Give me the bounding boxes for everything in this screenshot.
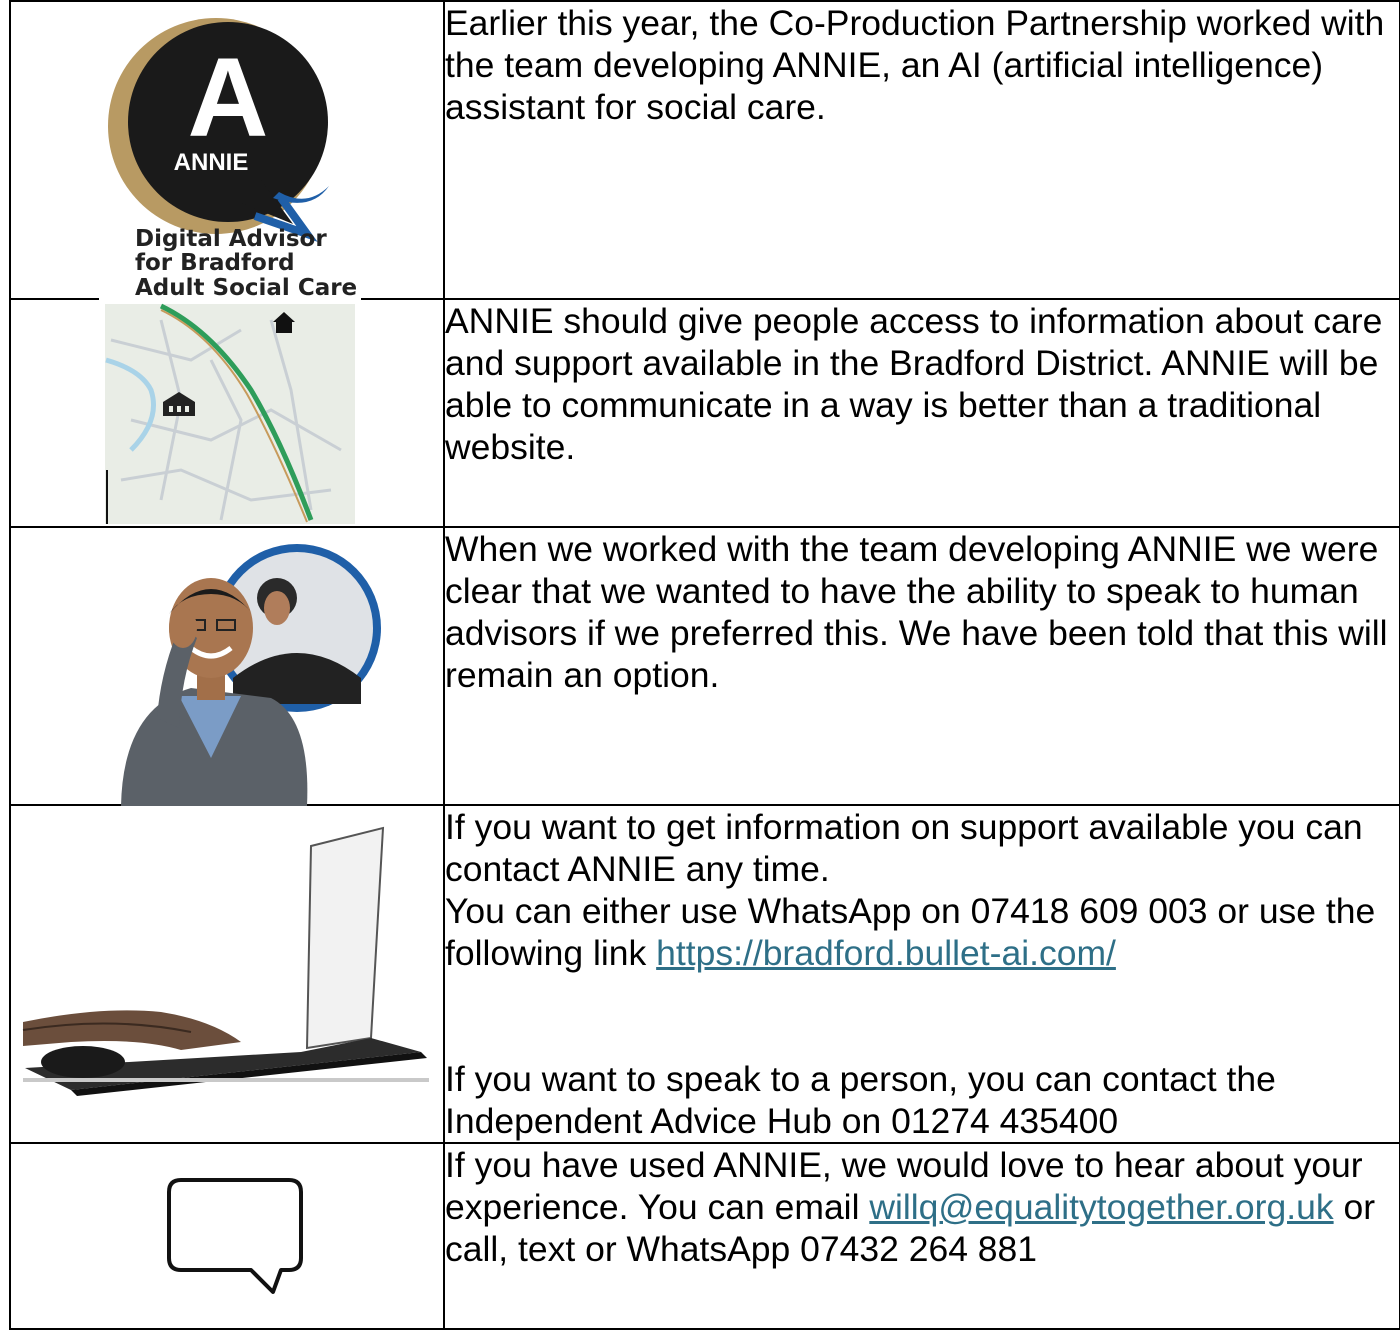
logo-caption-line: Digital Advisor	[135, 226, 327, 252]
logo-caption-line: for Bradford	[135, 250, 295, 276]
text-cell: If you have used ANNIE, we would love to…	[443, 1142, 1400, 1330]
table-row: A ANNIE Digital Advisor for Bradford Adu…	[9, 0, 1400, 300]
email-link[interactable]: willq@equalitytogether.org.uk	[869, 1187, 1333, 1227]
map-image	[105, 303, 355, 524]
table-row: If you want to get information on suppor…	[9, 804, 1400, 1144]
paragraph: You can either use WhatsApp on 07418 609…	[445, 890, 1399, 974]
map-cell	[9, 298, 445, 528]
text-cell: Earlier this year, the Co-Production Par…	[443, 0, 1400, 300]
paragraph: Earlier this year, the Co-Production Par…	[445, 3, 1385, 127]
text-cell: If you want to get information on suppor…	[443, 804, 1400, 1144]
table-row: When we worked with the team developing …	[9, 526, 1400, 806]
content-table: A ANNIE Digital Advisor for Bradford Adu…	[9, 0, 1400, 1330]
laptop-cell	[9, 804, 445, 1144]
laptop-image	[22, 826, 429, 1096]
phone-advisor-cell	[9, 526, 445, 806]
speech-bubble-icon	[167, 1178, 303, 1294]
table-row: ANNIE should give people access to infor…	[9, 298, 1400, 528]
annie-logo-icon: A ANNIE Digital Advisor for Bradford Adu…	[99, 14, 361, 300]
logo-name: ANNIE	[174, 149, 249, 176]
paragraph: When we worked with the team developing …	[445, 529, 1388, 695]
phone-advisor-image	[121, 544, 381, 806]
paragraph: If you have used ANNIE, we would love to…	[445, 1144, 1399, 1270]
annie-logo-cell: A ANNIE Digital Advisor for Bradford Adu…	[9, 0, 445, 300]
logo-letter: A	[188, 35, 269, 160]
logo-caption-line: Adult Social Care	[135, 275, 357, 300]
paragraph: If you want to speak to a person, you ca…	[445, 1059, 1276, 1141]
text-cell: ANNIE should give people access to infor…	[443, 298, 1400, 528]
feedback-cell	[9, 1142, 445, 1330]
table-row: If you have used ANNIE, we would love to…	[9, 1142, 1400, 1330]
paragraph: ANNIE should give people access to infor…	[445, 301, 1383, 467]
paragraph: If you want to get information on suppor…	[445, 807, 1363, 889]
text-cell: When we worked with the team developing …	[443, 526, 1400, 806]
annie-web-link[interactable]: https://bradford.bullet-ai.com/	[656, 933, 1116, 973]
